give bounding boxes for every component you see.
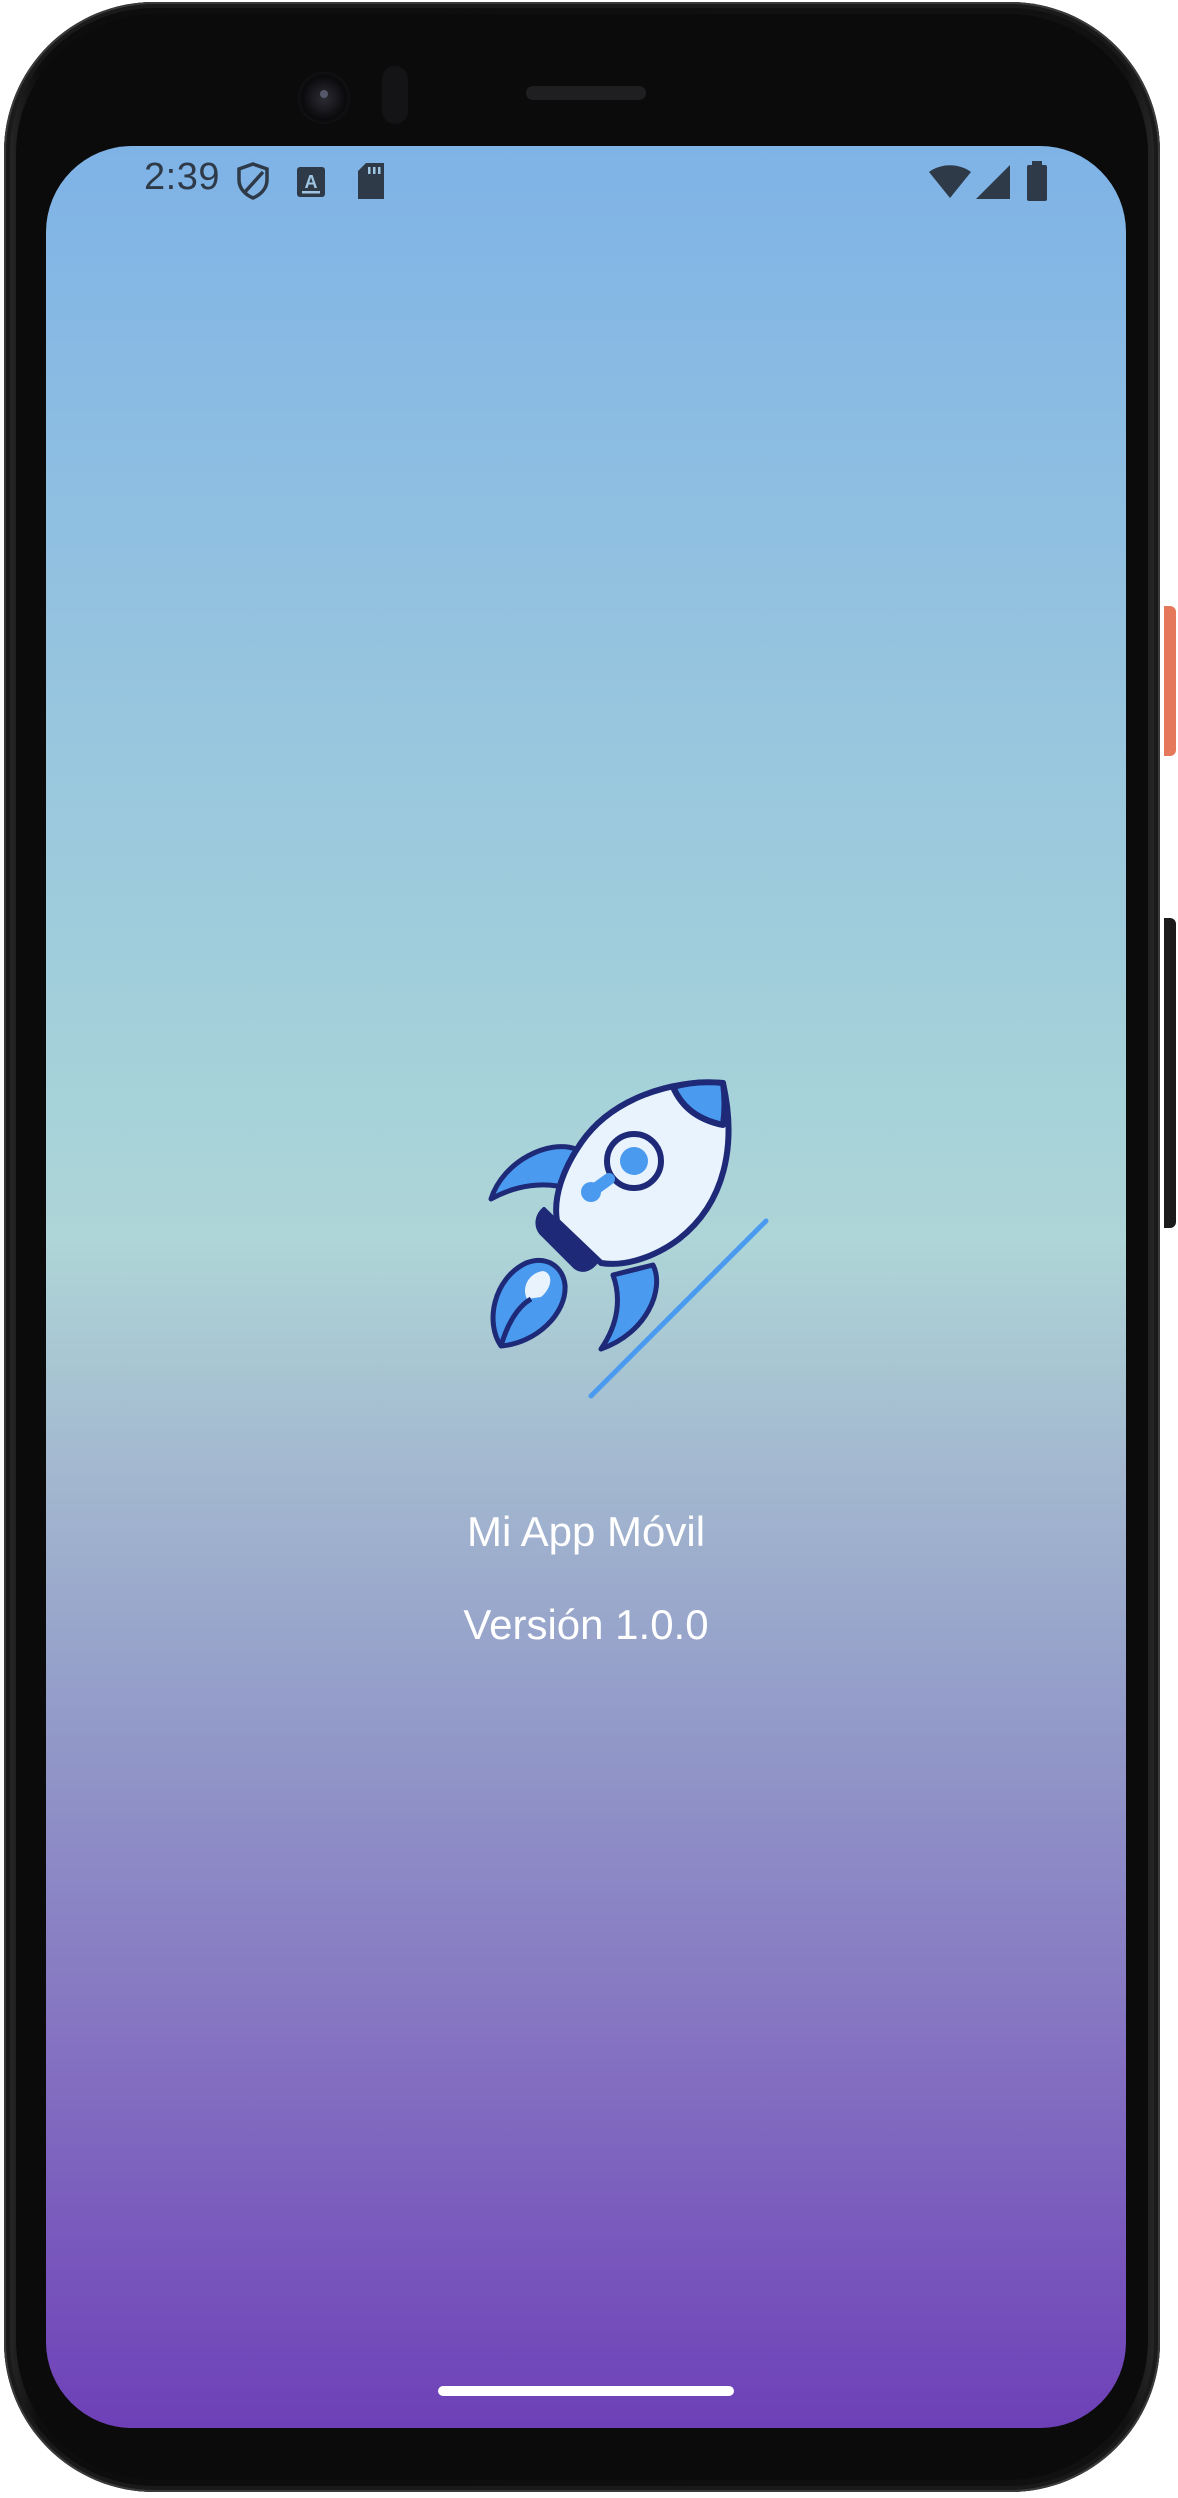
earpiece-speaker	[526, 86, 646, 100]
battery-icon	[1027, 161, 1047, 201]
shield-icon	[237, 162, 269, 200]
status-bar: 2:39 A	[46, 146, 1126, 216]
sd-card-icon	[358, 163, 384, 199]
home-indicator[interactable]	[438, 2386, 734, 2396]
splash-screen: 2:39 A Mi App Móvil Versión 1.0.0	[46, 146, 1126, 2428]
status-time: 2:39	[144, 156, 220, 198]
volume-button	[1164, 918, 1176, 1228]
app-version: Versión 1.0.0	[463, 1601, 709, 1648]
wifi-icon	[929, 165, 971, 198]
proximity-sensor	[382, 66, 408, 124]
svg-text:A: A	[305, 172, 318, 192]
front-camera	[298, 72, 350, 124]
rocket-icon	[488, 1079, 769, 1399]
text-a-icon: A	[297, 167, 325, 197]
cell-signal-icon	[976, 165, 1010, 199]
app-title: Mi App Móvil	[466, 1508, 706, 1555]
power-button	[1164, 606, 1176, 756]
